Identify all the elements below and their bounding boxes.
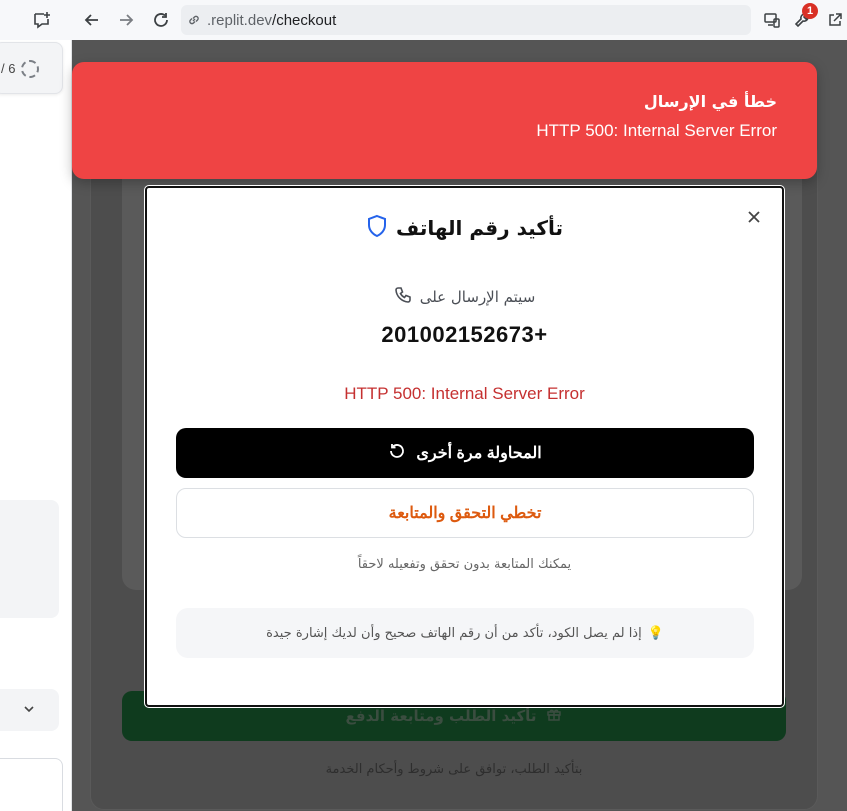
chevron-down-icon (22, 701, 36, 720)
link-icon (187, 12, 203, 28)
dialog-title: تأكيد رقم الهاتف (396, 216, 563, 240)
error-message: HTTP 500: Internal Server Error (344, 384, 585, 403)
browser-toolbar: .replit.dev/checkout 1 (0, 0, 847, 40)
reload-icon[interactable] (149, 8, 173, 32)
progress-counter: / 6 (1, 61, 16, 76)
open-external-icon[interactable] (823, 8, 847, 32)
side-input[interactable] (0, 758, 63, 811)
side-dropdown[interactable] (0, 689, 59, 731)
phone-icon (394, 286, 412, 308)
side-card (0, 500, 59, 618)
progress-card: / 6 (0, 42, 63, 94)
address-bar[interactable]: .replit.dev/checkout (181, 5, 751, 35)
url-host: .replit.dev (207, 11, 273, 29)
skip-label: تخطي التحقق والمتابعة (388, 505, 542, 522)
send-to-label: سيتم الإرسال على (419, 288, 536, 306)
gift-icon (546, 706, 562, 726)
skip-note: يمكنك المتابعة بدون تحقق وتفعيله لاحقاً (357, 557, 572, 572)
phone-number: +201002152673 (381, 322, 548, 347)
phone-verification-dialog: تأكيد رقم الهاتف سيتم الإرسال على +20100… (144, 185, 785, 708)
new-chat-icon[interactable] (30, 8, 54, 32)
tip-box: 💡 إذا لم يصل الكود، تأكد من أن رقم الهات… (176, 608, 754, 658)
notification-badge: 1 (802, 3, 818, 19)
toast-title: خطأ في الإرسال (643, 92, 777, 111)
rotate-ccw-icon (388, 442, 406, 465)
dialog-header: تأكيد رقم الهاتف (147, 214, 782, 242)
lightbulb-icon: 💡 (647, 625, 664, 641)
send-to-row: سيتم الإرسال على (147, 286, 782, 308)
devices-icon[interactable] (760, 8, 784, 32)
retry-button[interactable]: المحاولة مرة أخرى (176, 428, 754, 478)
skip-verification-button[interactable]: تخطي التحقق والمتابعة (176, 488, 754, 538)
confirm-order-label: تأكيد الطلب ومتابعة الدفع (345, 707, 537, 725)
shield-icon (366, 214, 388, 242)
forward-icon[interactable] (114, 8, 138, 32)
back-icon[interactable] (80, 8, 104, 32)
error-toast: خطأ في الإرسال HTTP 500: Internal Server… (72, 62, 817, 179)
terms-text: بتأكيد الطلب، توافق على شروط وأحكام الخد… (325, 762, 583, 777)
retry-label: المحاولة مرة أخرى (416, 445, 542, 462)
url-path: /checkout (272, 11, 337, 29)
toast-message: HTTP 500: Internal Server Error (536, 121, 777, 140)
tip-text: إذا لم يصل الكود، تأكد من أن رقم الهاتف … (266, 625, 642, 641)
side-panel: / 6 (0, 40, 72, 811)
loading-spinner-icon (21, 60, 39, 78)
